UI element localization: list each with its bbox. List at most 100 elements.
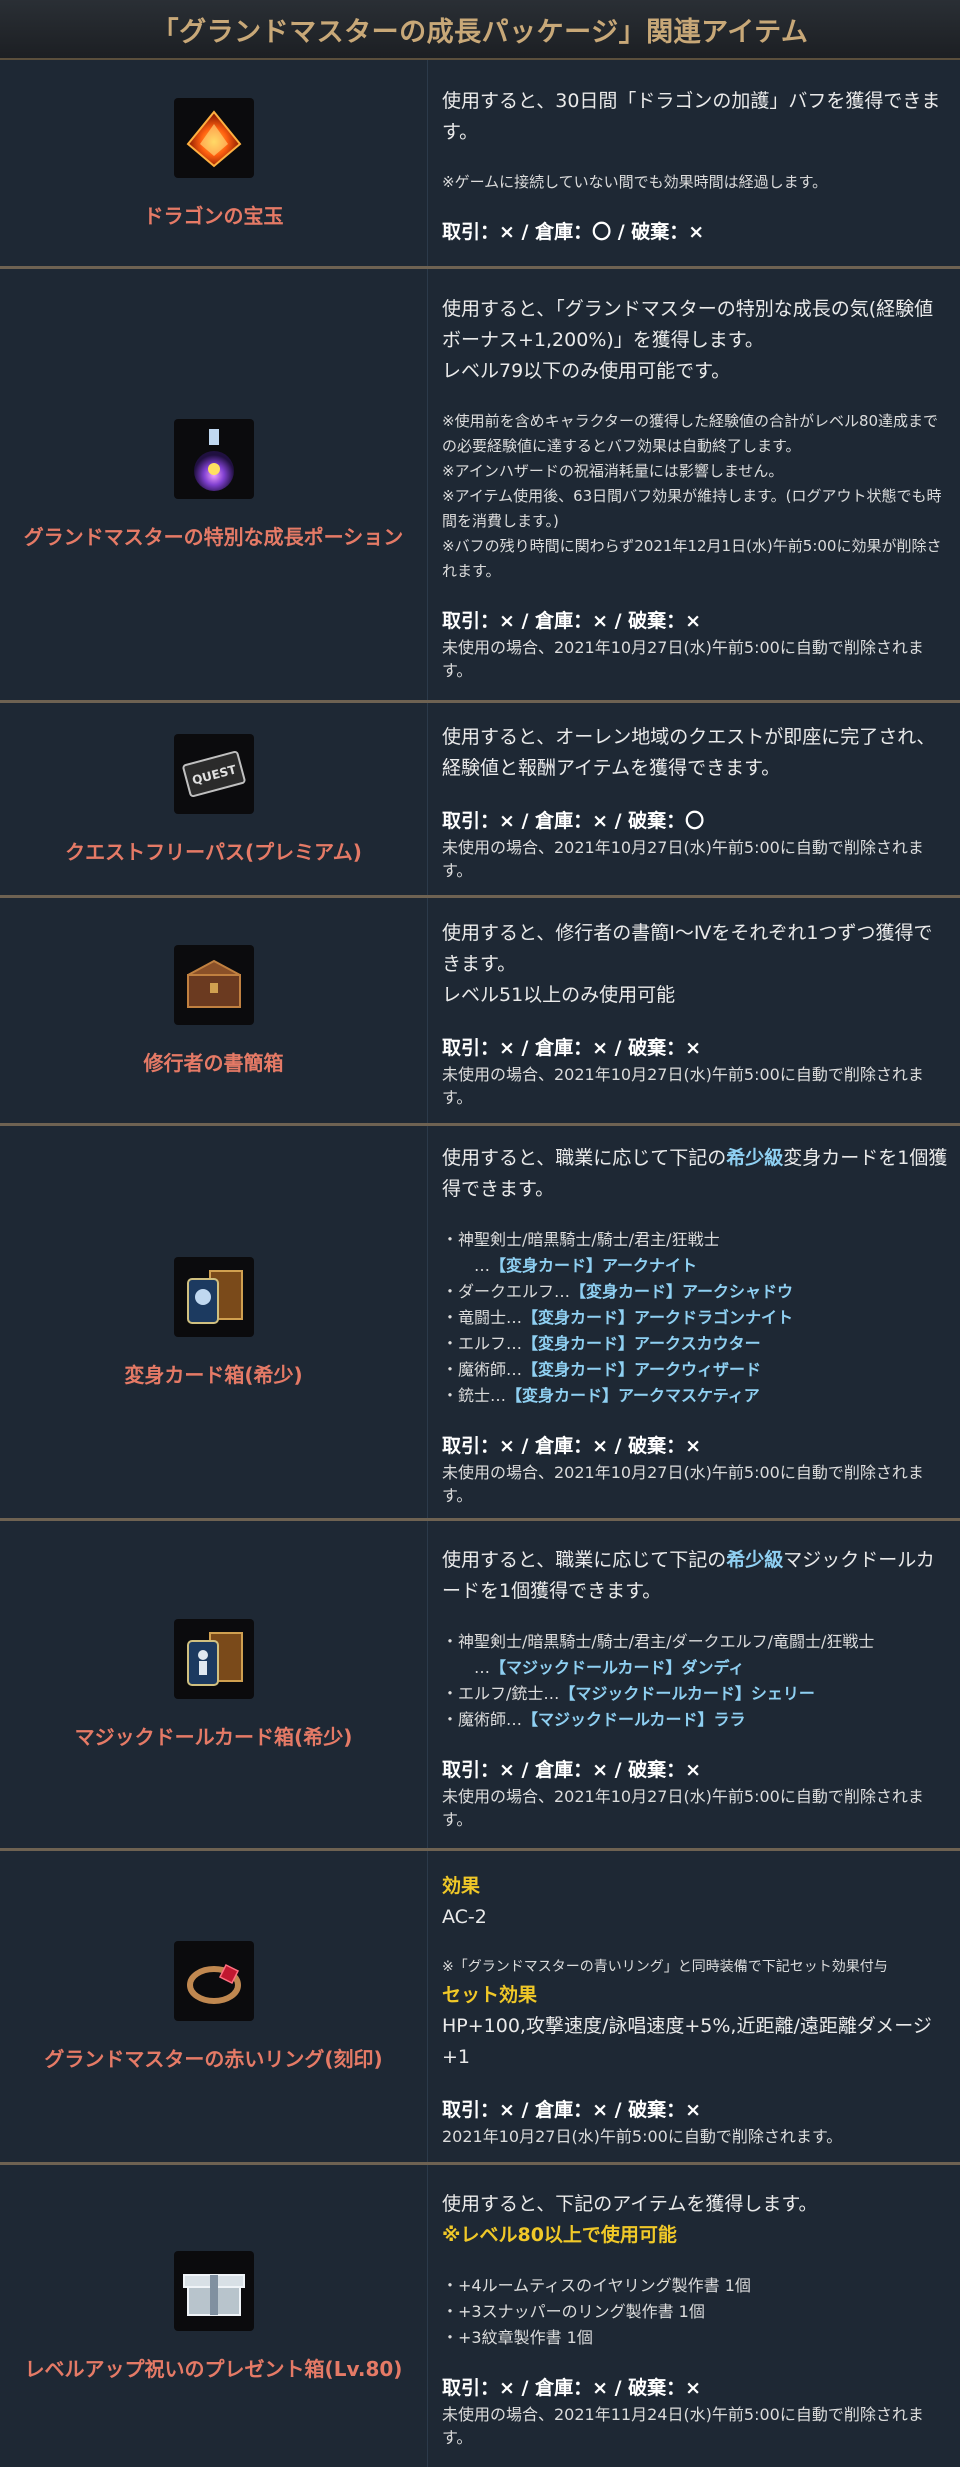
class-line: ・銃士…【変身カード】アークマスケティア xyxy=(442,1386,760,1405)
expiry-note: 未使用の場合、2021年10月27日(水)午前5:00に自動で削除されます。 xyxy=(442,1463,924,1505)
letter-box-icon xyxy=(173,945,254,1025)
class-line: ・魔術師…【マジックドールカード】ララ xyxy=(442,1709,746,1729)
item-row-red-ring: グランドマスターの赤いリング(刻印) 効果 AC-2 ※「グランドマスターの青い… xyxy=(0,1851,960,2165)
item-note: ※ゲームに接続していない間でも効果時間は経過します。 xyxy=(442,172,828,191)
item-row-present-box: レベルアップ祝いのプレゼント箱(Lv.80) 使用すると、下記のアイテムを獲得し… xyxy=(0,2165,960,2467)
class-line: ・エルフ/銃士…【マジックドールカード】シェリー xyxy=(442,1683,815,1703)
trade-info: 取引：× / 倉庫：× / 破棄：〇 xyxy=(442,810,705,832)
class-line: ・神聖剣士/暗黒騎士/騎士/君主/ダークエルフ/竜闘士/狂戦士 xyxy=(442,1631,875,1651)
class-line: ・魔術師…【変身カード】アークウィザード xyxy=(442,1360,762,1379)
item-description: 使用すると、オーレン地域のクエストが即座に完了され、経験値と報酬アイテムを獲得で… xyxy=(442,726,936,779)
item-name: クエストフリーパス(プレミアム) xyxy=(65,839,362,864)
card-name: 【変身カード】アークナイト xyxy=(490,1256,698,1275)
item-description: レベル79以下のみ使用可能です。 xyxy=(442,359,731,382)
item-detail: 使用すると、職業に応じて下記の希少級変身カードを1個獲得できます。 ・神聖剣士/… xyxy=(428,1126,960,1518)
item-row-growth-potion: グランドマスターの特別な成長ポーション 使用すると、「グランドマスターの特別な成… xyxy=(0,269,960,703)
set-note: ※「グランドマスターの青いリング」と同時装備で下記セット効果付与 xyxy=(442,1959,888,1975)
trade-info: 取引：× / 倉庫：〇 / 破棄：× xyxy=(442,220,705,243)
item-description: 使用すると、修行者の書簡Ⅰ～Ⅳをそれぞれ1つずつ獲得できます。 xyxy=(442,922,933,975)
card-name: 【変身カード】アークスカウター xyxy=(522,1334,761,1353)
trade-info: 取引：× / 倉庫：× / 破棄：× xyxy=(442,609,702,632)
item-name-cell: QUEST クエストフリーパス(プレミアム) xyxy=(0,703,428,895)
item-detail: 使用すると、下記のアイテムを獲得します。 ※レベル80以上で使用可能 ・+4ルー… xyxy=(428,2165,960,2467)
item-row-magic-doll-card-box: マジックドールカード箱(希少) 使用すると、職業に応じて下記の希少級マジックドー… xyxy=(0,1521,960,1851)
page-title: 「グランドマスターの成長パッケージ」関連アイテム xyxy=(151,16,809,48)
card-name: 【マジックドールカード】ダンディ xyxy=(490,1657,745,1677)
section-header: 「グランドマスターの成長パッケージ」関連アイテム xyxy=(0,0,960,60)
expiry-note: 未使用の場合、2021年10月27日(水)午前5:00に自動で削除されます。 xyxy=(442,1065,924,1107)
class-line: …【マジックドールカード】ダンディ xyxy=(458,1657,745,1677)
item-name: マジックドールカード箱(希少) xyxy=(74,1725,353,1749)
item-description: 使用すると、下記のアイテムを獲得します。 xyxy=(442,2193,818,2215)
class-line: …【変身カード】アークナイト xyxy=(458,1256,698,1275)
set-effect-value: HP+100,攻撃速度/詠唱速度+5%,近距離/遠距離ダメージ+1 xyxy=(442,2015,932,2068)
card-name: 【マジックドールカード】シェリー xyxy=(559,1683,815,1703)
set-effect-label: セット効果 xyxy=(442,1984,538,2006)
item-name-cell: グランドマスターの特別な成長ポーション xyxy=(0,269,428,700)
item-row-transform-card-box: 変身カード箱(希少) 使用すると、職業に応じて下記の希少級変身カードを1個獲得で… xyxy=(0,1126,960,1521)
card-name: 【変身カード】アークシャドウ xyxy=(570,1282,794,1301)
item-description: 使用すると、30日間「ドラゴンの加護」バフを獲得できます。 xyxy=(442,89,941,143)
quest-pass-icon: QUEST xyxy=(173,733,254,814)
item-name-cell: 修行者の書簡箱 xyxy=(0,898,428,1123)
item-name-cell: マジックドールカード箱(希少) xyxy=(0,1521,428,1848)
red-ring-icon xyxy=(173,1941,254,2021)
rarity-highlight: 希少級 xyxy=(726,1548,784,1571)
expiry-note: 未使用の場合、2021年10月27日(水)午前5:00に自動で削除されます。 xyxy=(442,1786,924,1829)
expiry-note: 未使用の場合、2021年11月24日(水)午前5:00に自動で削除されます。 xyxy=(442,2405,924,2447)
card-name: 【変身カード】アークマスケティア xyxy=(506,1386,760,1405)
item-name: レベルアップ祝いのプレゼント箱(Lv.80) xyxy=(24,2356,403,2381)
expiry-note: 未使用の場合、2021年10月27日(水)午前5:00に自動で削除されます。 xyxy=(442,838,924,880)
class-line: ・神聖剣士/暗黒騎士/騎士/君主/狂戦士 xyxy=(442,1230,720,1249)
trade-info: 取引：× / 倉庫：× / 破棄：× xyxy=(442,1758,702,1781)
growth-potion-icon xyxy=(173,419,254,499)
card-name: 【変身カード】アークドラゴンナイト xyxy=(522,1308,794,1327)
item-detail: 使用すると、オーレン地域のクエストが即座に完了され、経験値と報酬アイテムを獲得で… xyxy=(428,703,960,895)
level-requirement: ※レベル80以上で使用可能 xyxy=(442,2224,677,2246)
item-note: ※バフの残り時間に関わらず2021年12月1日(水)午前5:00に効果が削除され… xyxy=(442,536,942,580)
trade-info: 取引：× / 倉庫：× / 破棄：× xyxy=(442,2377,702,2399)
class-line: ・ダークエルフ…【変身カード】アークシャドウ xyxy=(442,1282,794,1301)
class-line: ・エルフ…【変身カード】アークスカウター xyxy=(442,1334,761,1353)
content-item: ・+3紋章製作書 1個 xyxy=(442,2328,593,2347)
item-detail: 使用すると、「グランドマスターの特別な成長の気(経験値ボーナス+1,200%)」… xyxy=(428,269,960,700)
item-note: ※使用前を含めキャラクターの獲得した経験値の合計がレベル80達成までの必要経験値… xyxy=(442,411,939,455)
item-note: ※アインハザードの祝福消耗量には影響しません。 xyxy=(442,461,784,480)
item-detail: 効果 AC-2 ※「グランドマスターの青いリング」と同時装備で下記セット効果付与… xyxy=(428,1851,960,2162)
item-name: 変身カード箱(希少) xyxy=(124,1362,303,1387)
trade-info: 取引：× / 倉庫：× / 破棄：× xyxy=(442,1435,702,1457)
rarity-highlight: 希少級 xyxy=(726,1147,784,1169)
content-item: ・+3スナッパーのリング製作書 1個 xyxy=(442,2302,705,2321)
item-name: 修行者の書簡箱 xyxy=(143,1051,284,1075)
item-name: グランドマスターの特別な成長ポーション xyxy=(23,525,404,549)
item-note: ※アイテム使用後、63日間バフ効果が維持します。(ログアウト状態でも時間を消費し… xyxy=(442,486,942,530)
item-name: ドラゴンの宝玉 xyxy=(143,203,284,228)
item-name-cell: ドラゴンの宝玉 xyxy=(0,60,428,266)
expiry-note: 未使用の場合、2021年10月27日(水)午前5:00に自動で削除されます。 xyxy=(442,637,924,680)
item-row-letter-box: 修行者の書簡箱 使用すると、修行者の書簡Ⅰ～Ⅳをそれぞれ1つずつ獲得できます。 … xyxy=(0,898,960,1126)
item-description: 使用すると、「グランドマスターの特別な成長の気(経験値ボーナス+1,200%)」… xyxy=(442,297,934,351)
item-detail: 使用すると、修行者の書簡Ⅰ～Ⅳをそれぞれ1つずつ獲得できます。 レベル51以上の… xyxy=(428,898,960,1123)
effect-label: 効果 xyxy=(442,1875,481,1897)
content-item: ・+4ルームティスのイヤリング製作書 1個 xyxy=(442,2276,751,2295)
class-line: ・竜闘士…【変身カード】アークドラゴンナイト xyxy=(442,1308,794,1327)
transform-card-box-icon xyxy=(173,1256,254,1337)
item-row-quest-pass: QUEST クエストフリーパス(プレミアム) 使用すると、オーレン地域のクエスト… xyxy=(0,703,960,898)
item-description: 使用すると、職業に応じて下記の希少級変身カードを1個獲得できます。 xyxy=(442,1147,948,1200)
trade-info: 取引：× / 倉庫：× / 破棄：× xyxy=(442,2099,702,2121)
card-name: 【マジックドールカード】ララ xyxy=(522,1709,746,1729)
item-name-cell: 変身カード箱(希少) xyxy=(0,1126,428,1518)
item-row-dragon-gem: ドラゴンの宝玉 使用すると、30日間「ドラゴンの加護」バフを獲得できます。 ※ゲ… xyxy=(0,60,960,269)
item-detail: 使用すると、30日間「ドラゴンの加護」バフを獲得できます。 ※ゲームに接続してい… xyxy=(428,60,960,266)
effect-value: AC-2 xyxy=(442,1906,487,1928)
item-detail: 使用すると、職業に応じて下記の希少級マジックドールカードを1個獲得できます。 ・… xyxy=(428,1521,960,1848)
dragon-gem-icon xyxy=(173,97,254,178)
expiry-note: 2021年10月27日(水)午前5:00に自動で削除されます。 xyxy=(442,2127,843,2146)
item-name: グランドマスターの赤いリング(刻印) xyxy=(44,2047,383,2071)
card-name: 【変身カード】アークウィザード xyxy=(522,1360,762,1379)
item-description: レベル51以上のみ使用可能 xyxy=(442,984,676,1006)
item-description: 使用すると、職業に応じて下記の希少級マジックドールカードを1個獲得できます。 xyxy=(442,1548,935,1602)
present-box-icon xyxy=(173,2250,254,2331)
item-name-cell: レベルアップ祝いのプレゼント箱(Lv.80) xyxy=(0,2165,428,2467)
item-name-cell: グランドマスターの赤いリング(刻印) xyxy=(0,1851,428,2162)
